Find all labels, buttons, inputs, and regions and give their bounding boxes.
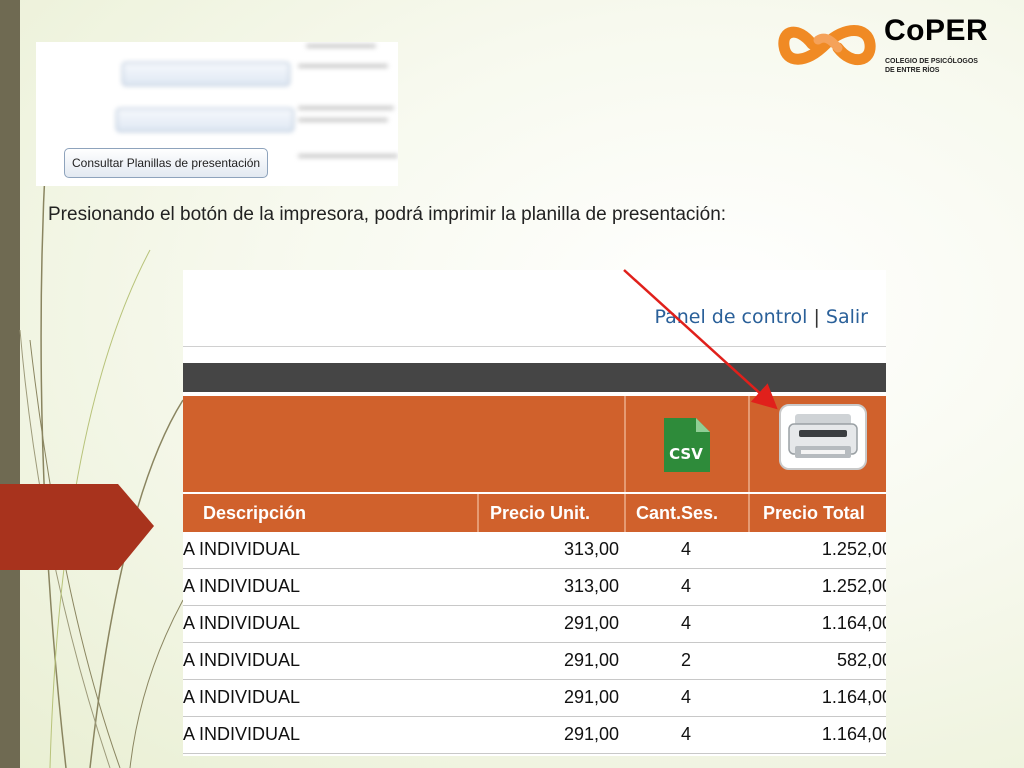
link-separator: | [813, 306, 820, 328]
logo-name: CoPER [884, 14, 989, 47]
table-row: A INDIVIDUAL 313,00 4 1.252,00 [183, 532, 886, 569]
table-row: A INDIVIDUAL 291,00 4 1.164,00 [183, 606, 886, 643]
dark-toolbar [183, 363, 886, 392]
table-row: A INDIVIDUAL 313,00 4 1.252,00 [183, 569, 886, 606]
logout-link[interactable]: Salir [826, 306, 868, 328]
table-row: A INDIVIDUAL291,002582,00 [183, 643, 886, 680]
planilla-screenshot: Panel de control | Salir CSV Descripción… [183, 270, 886, 756]
table-row: A INDIVIDUAL 291,00 4 1.164,00 [183, 717, 886, 754]
print-button[interactable] [779, 404, 867, 470]
top-links: Panel de control | Salir [654, 306, 868, 328]
header-precio-unit: Precio Unit. [490, 503, 591, 523]
menu-screenshot: Consultar Planillas de presentación [36, 42, 398, 186]
header-cant-ses: Cant.Ses. [636, 503, 719, 523]
table-row: A INDIVIDUAL 291,00 4 1.164,00 [183, 680, 886, 717]
logo-subtitle: COLEGIO DE PSICÓLOGOS DE ENTRE RÍOS [885, 58, 978, 74]
header-descripcion: Descripción [203, 503, 307, 523]
consult-planillas-button[interactable]: Consultar Planillas de presentación [64, 148, 269, 178]
panel-control-link[interactable]: Panel de control [654, 306, 807, 328]
instruction-text: Presionando el botón de la impresora, po… [48, 204, 727, 225]
red-tab-marker [0, 484, 154, 570]
csv-export-icon[interactable]: CSV [662, 416, 712, 474]
divider [183, 346, 886, 347]
header-precio-total: Precio Total [763, 503, 865, 523]
csv-label: CSV [669, 445, 703, 463]
printer-icon [788, 414, 858, 458]
coper-logo: CoPER COLEGIO DE PSICÓLOGOS DE ENTRE RÍO… [778, 8, 1008, 80]
table-header: Descripción Precio Unit. Cant.Ses. Preci… [183, 494, 886, 532]
infinity-logo-icon [778, 25, 876, 65]
